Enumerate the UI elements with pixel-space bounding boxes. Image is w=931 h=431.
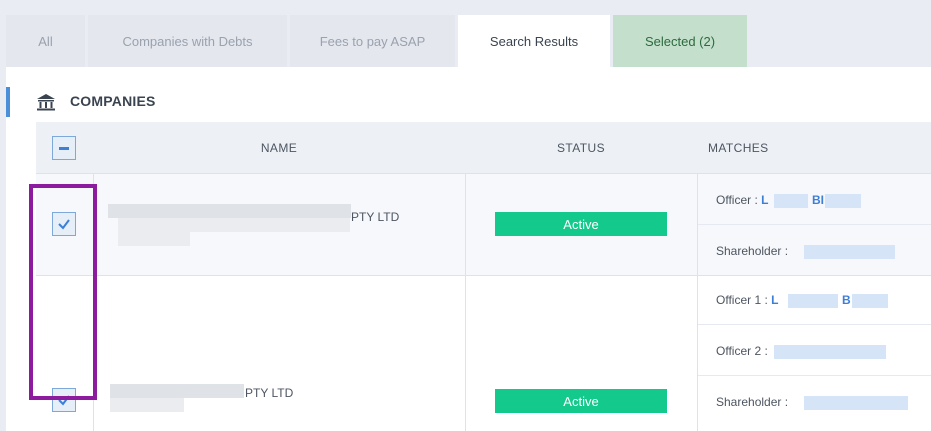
status-badge: Active bbox=[495, 389, 667, 413]
divider bbox=[698, 224, 931, 225]
divider bbox=[698, 324, 931, 325]
divider bbox=[697, 174, 698, 276]
status-badge: Active bbox=[495, 212, 667, 236]
redacted-match bbox=[774, 345, 886, 359]
tab-label: Companies with Debts bbox=[122, 33, 253, 49]
tab-selected[interactable]: Selected (2) bbox=[613, 15, 747, 67]
match-officer-1: Officer 1 : L bbox=[716, 293, 778, 307]
redacted-match bbox=[804, 245, 895, 259]
tab-fees-to-pay[interactable]: Fees to pay ASAP bbox=[290, 15, 455, 67]
divider bbox=[697, 276, 698, 431]
redacted-match bbox=[804, 396, 908, 410]
match-officer-2: Officer 2 : bbox=[716, 344, 768, 358]
redacted-name bbox=[110, 398, 184, 412]
match-highlight: B bbox=[842, 293, 851, 307]
table-row[interactable]: PTY LTD Active Officer : L BI Shareholde… bbox=[36, 174, 931, 276]
match-label: Officer : bbox=[716, 193, 758, 207]
table-row[interactable]: PTY LTD Active Officer 1 : L B Officer 2… bbox=[36, 276, 931, 431]
match-officer: Officer : L bbox=[716, 193, 768, 207]
match-highlight: BI bbox=[812, 193, 824, 207]
checkbox-highlight-annotation bbox=[29, 184, 97, 400]
tab-label: Fees to pay ASAP bbox=[319, 33, 426, 49]
company-name-suffix: PTY LTD bbox=[245, 386, 294, 400]
match-highlight: L bbox=[761, 193, 769, 207]
header-status[interactable]: STATUS bbox=[465, 122, 697, 174]
redacted-name bbox=[118, 232, 190, 246]
redacted-match bbox=[788, 294, 838, 308]
header-name[interactable]: NAME bbox=[93, 122, 465, 174]
match-label: Officer 1 : bbox=[716, 293, 768, 307]
tab-bar: All Companies with Debts Fees to pay ASA… bbox=[0, 0, 931, 67]
redacted-match bbox=[774, 194, 808, 208]
tab-label: All bbox=[38, 33, 53, 49]
tab-companies-with-debts[interactable]: Companies with Debts bbox=[88, 15, 287, 67]
companies-table: NAME STATUS MATCHES PTY LTD Active Offic… bbox=[36, 122, 931, 431]
header-matches: MATCHES bbox=[708, 141, 769, 155]
match-shareholder: Shareholder : bbox=[716, 395, 789, 409]
companies-panel: COMPANIES NAME STATUS MATCHES PTY LTD Ac… bbox=[6, 67, 931, 431]
redacted-name bbox=[108, 204, 351, 218]
minus-icon bbox=[59, 146, 69, 150]
divider bbox=[698, 375, 931, 376]
redacted-match bbox=[852, 294, 888, 308]
bank-icon bbox=[37, 94, 55, 111]
redacted-name bbox=[118, 218, 350, 232]
divider bbox=[465, 174, 466, 276]
tab-search-results[interactable]: Search Results bbox=[458, 15, 610, 67]
divider bbox=[465, 276, 466, 431]
table-header: NAME STATUS MATCHES bbox=[36, 122, 931, 174]
company-name-suffix: PTY LTD bbox=[351, 210, 400, 224]
section-accent-bar bbox=[6, 87, 10, 117]
tab-label: Selected (2) bbox=[644, 33, 716, 49]
select-all-checkbox[interactable] bbox=[52, 136, 76, 160]
tab-label: Search Results bbox=[489, 33, 579, 49]
section-title: COMPANIES bbox=[70, 93, 156, 109]
match-highlight: L bbox=[771, 293, 779, 307]
redacted-name bbox=[110, 384, 244, 398]
tab-all[interactable]: All bbox=[6, 15, 85, 67]
redacted-match bbox=[825, 194, 861, 208]
match-shareholder: Shareholder : bbox=[716, 244, 789, 258]
